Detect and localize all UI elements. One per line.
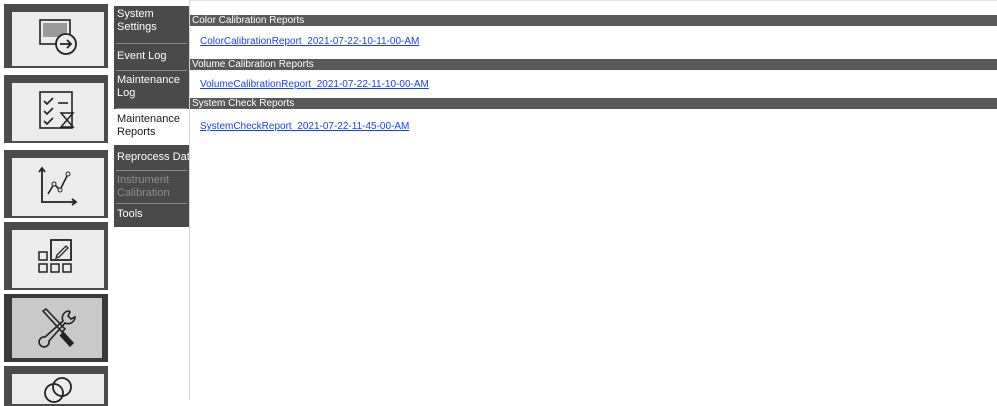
- report-link-color-calibration[interactable]: ColorCalibrationReport_2021-07-22-10-11-…: [200, 35, 419, 48]
- rail-item-layout-editor[interactable]: [4, 222, 108, 290]
- rail-item-tools[interactable]: [4, 294, 108, 362]
- submenu-maintenance-reports[interactable]: Maintenance Reports: [114, 109, 189, 145]
- section-header-volume-calibration: Volume Calibration Reports: [190, 59, 997, 70]
- line-chart-icon: [38, 166, 78, 206]
- submenu-instrument-calibration: Instrument Calibration: [114, 171, 189, 204]
- circles-icon: [44, 377, 72, 403]
- submenu-maintenance-log[interactable]: Maintenance Log: [114, 71, 189, 109]
- reports-panel: Color Calibration Reports ColorCalibrati…: [190, 12, 997, 400]
- submenu-label: Reprocess Data: [117, 151, 196, 163]
- report-link-volume-calibration[interactable]: VolumeCalibrationReport_2021-07-22-11-10…: [200, 78, 429, 91]
- submenu-label: Maintenance Reports: [117, 113, 180, 138]
- checklist-hourglass-icon: [39, 91, 75, 129]
- submenu-reprocess-data[interactable]: Reprocess Data: [114, 145, 196, 171]
- rail-item-analytics[interactable]: [4, 150, 108, 218]
- maintenance-submenu: System Settings Event Log Maintenance Lo…: [114, 6, 196, 227]
- rail-item-more[interactable]: [4, 366, 108, 406]
- submenu-label: Maintenance Log: [117, 74, 180, 99]
- submenu-label: Tools: [117, 208, 143, 220]
- section-header-system-check: System Check Reports: [190, 98, 997, 109]
- submenu-tools[interactable]: Tools: [114, 204, 189, 227]
- top-border: [190, 0, 997, 1]
- rail-item-checklist[interactable]: [4, 75, 108, 143]
- rail-item-import-export[interactable]: [4, 4, 108, 68]
- submenu-label: Instrument Calibration: [117, 174, 170, 199]
- submenu-event-log[interactable]: Event Log: [114, 44, 189, 71]
- submenu-system-settings[interactable]: System Settings: [114, 6, 189, 44]
- screen-arrow-icon: [39, 19, 77, 55]
- icon-rail: [0, 0, 114, 406]
- section-header-color-calibration: Color Calibration Reports: [190, 15, 997, 26]
- submenu-label: System Settings: [117, 8, 157, 33]
- grid-edit-icon: [38, 239, 72, 273]
- wrench-screwdriver-icon: [38, 307, 76, 348]
- submenu-label: Event Log: [117, 50, 167, 62]
- report-link-system-check[interactable]: SystemCheckReport_2021-07-22-11-45-00-AM: [200, 120, 409, 133]
